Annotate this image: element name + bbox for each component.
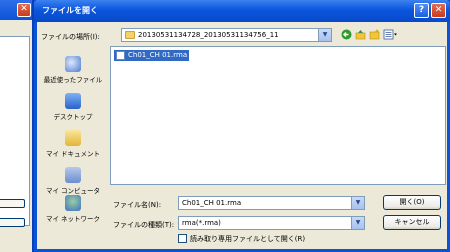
background-close-button[interactable]: ✕ bbox=[17, 3, 31, 17]
background-button[interactable] bbox=[0, 199, 25, 208]
screen: ✕ ファイルを開く ? ✕ ファイルの場所(I): 20130531134728… bbox=[0, 0, 450, 252]
my-computer-icon bbox=[65, 167, 81, 183]
place-my-computer[interactable]: マイ コンピュータ bbox=[40, 167, 106, 195]
new-folder-button[interactable] bbox=[368, 29, 380, 41]
cancel-button[interactable]: キャンセル bbox=[383, 215, 441, 230]
filetype-value: rma(*.rma) bbox=[182, 219, 221, 227]
lookin-dropdown[interactable]: 20130531134728_20130531134756_11 ▼ bbox=[121, 28, 332, 42]
file-name: Ch01_CH 01.rma bbox=[128, 51, 188, 59]
recent-icon bbox=[65, 56, 81, 72]
lookin-label: ファイルの場所(I): bbox=[41, 33, 100, 41]
new-folder-icon bbox=[369, 29, 379, 40]
place-label: マイ ネットワーク bbox=[45, 215, 101, 223]
background-window-content bbox=[0, 36, 30, 226]
place-label: マイ コンピュータ bbox=[45, 187, 101, 195]
close-button[interactable]: ✕ bbox=[431, 3, 446, 18]
help-button[interactable]: ? bbox=[414, 3, 429, 18]
dialog-titlebar: ファイルを開く ? ✕ bbox=[34, 0, 450, 22]
place-desktop[interactable]: デスクトップ bbox=[40, 93, 106, 121]
desktop-icon bbox=[65, 93, 81, 109]
up-folder-icon bbox=[355, 30, 365, 40]
filename-label: ファイル名(N): bbox=[113, 201, 162, 209]
readonly-label: 読み取り専用ファイルとして開く(R) bbox=[190, 235, 306, 243]
background-window: ✕ bbox=[0, 0, 34, 252]
place-my-network[interactable]: マイ ネットワーク bbox=[40, 195, 106, 223]
filetype-dropdown[interactable]: rma(*.rma) ▼ bbox=[178, 216, 365, 230]
views-menu-icon bbox=[383, 29, 397, 40]
file-item[interactable]: Ch01_CH 01.rma bbox=[114, 50, 190, 61]
back-icon bbox=[341, 29, 351, 40]
chevron-down-icon[interactable]: ▼ bbox=[351, 197, 364, 209]
place-label: デスクトップ bbox=[53, 113, 93, 121]
filename-input[interactable]: Ch01_CH 01.rma ▼ bbox=[178, 196, 365, 210]
place-my-documents[interactable]: マイ ドキュメント bbox=[40, 130, 106, 158]
my-documents-icon bbox=[65, 130, 81, 146]
file-list[interactable]: Ch01_CH 01.rma bbox=[110, 46, 446, 185]
views-menu-button[interactable] bbox=[382, 29, 398, 41]
places-bar: 最近使ったファイル デスクトップ マイ ドキュメント マイ コンピュータ マイ … bbox=[40, 48, 106, 244]
chevron-down-icon[interactable]: ▼ bbox=[351, 217, 364, 229]
place-recent[interactable]: 最近使ったファイル bbox=[40, 56, 106, 84]
dialog-title: ファイルを開く bbox=[42, 6, 98, 15]
open-file-dialog: ファイルを開く ? ✕ ファイルの場所(I): 20130531134728_2… bbox=[34, 0, 450, 252]
file-icon bbox=[116, 51, 125, 60]
background-window-titlebar: ✕ bbox=[0, 0, 34, 20]
background-button[interactable] bbox=[0, 218, 25, 227]
filetype-label: ファイルの種類(T): bbox=[113, 221, 175, 229]
filename-value: Ch01_CH 01.rma bbox=[182, 199, 242, 207]
open-button[interactable]: 開く(O) bbox=[383, 195, 441, 210]
my-network-icon bbox=[65, 195, 81, 211]
lookin-value: 20130531134728_20130531134756_11 bbox=[138, 31, 279, 39]
chevron-down-icon[interactable]: ▼ bbox=[318, 29, 331, 41]
place-label: 最近使ったファイル bbox=[43, 76, 103, 84]
up-folder-button[interactable] bbox=[354, 29, 366, 41]
back-button[interactable] bbox=[340, 29, 352, 41]
folder-icon bbox=[125, 31, 135, 39]
readonly-checkbox[interactable] bbox=[178, 234, 187, 243]
place-label: マイ ドキュメント bbox=[45, 150, 101, 158]
